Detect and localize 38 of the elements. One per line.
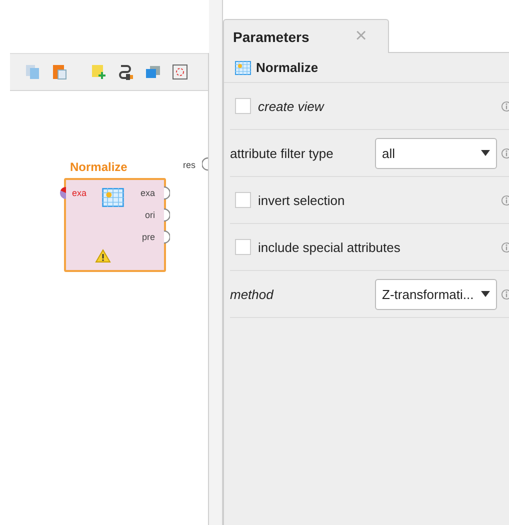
- port-icon: [164, 230, 170, 244]
- port-label: exa: [140, 188, 155, 198]
- port-icon: [164, 186, 170, 200]
- layers-icon[interactable]: [144, 63, 162, 81]
- parameters-tab[interactable]: Parameters ×: [223, 19, 389, 53]
- port-icon: [58, 186, 66, 200]
- note-add-icon[interactable]: [90, 63, 108, 81]
- clipboard-icon[interactable]: [51, 63, 69, 81]
- info-icon: [501, 194, 509, 206]
- checkbox[interactable]: [235, 192, 251, 208]
- operator-name: Normalize: [256, 60, 318, 75]
- parameter-label: invert selection: [258, 192, 346, 208]
- parameter-label: create view: [258, 98, 326, 114]
- info-icon: [501, 148, 509, 158]
- table-icon: [102, 188, 124, 207]
- parameter-label: include special attributes: [258, 240, 402, 254]
- parameter-label: method: [230, 286, 275, 302]
- port-label: res: [183, 160, 196, 170]
- plug-icon[interactable]: [117, 63, 135, 81]
- table-icon: [235, 60, 251, 74]
- port-label: exa: [72, 188, 87, 198]
- checkbox[interactable]: [235, 98, 251, 114]
- checkbox[interactable]: [235, 239, 251, 255]
- dropdown[interactable]: all: [375, 138, 497, 168]
- caret-icon: [481, 291, 490, 297]
- port-icon: [164, 208, 170, 222]
- info-icon: [501, 100, 509, 112]
- frame-icon[interactable]: [171, 63, 189, 81]
- port-label: pre: [142, 232, 155, 242]
- operator-title: Normalize: [70, 160, 128, 174]
- port-label: ori: [144, 210, 155, 220]
- info-icon: [501, 242, 509, 252]
- splitter[interactable]: [209, 0, 223, 525]
- dropdown[interactable]: Z-transformati...: [375, 278, 497, 310]
- caret-icon: [481, 150, 490, 156]
- parameter-label: attribute filter type: [230, 146, 334, 160]
- info-icon: [501, 288, 509, 300]
- copy-icon[interactable]: [24, 63, 42, 81]
